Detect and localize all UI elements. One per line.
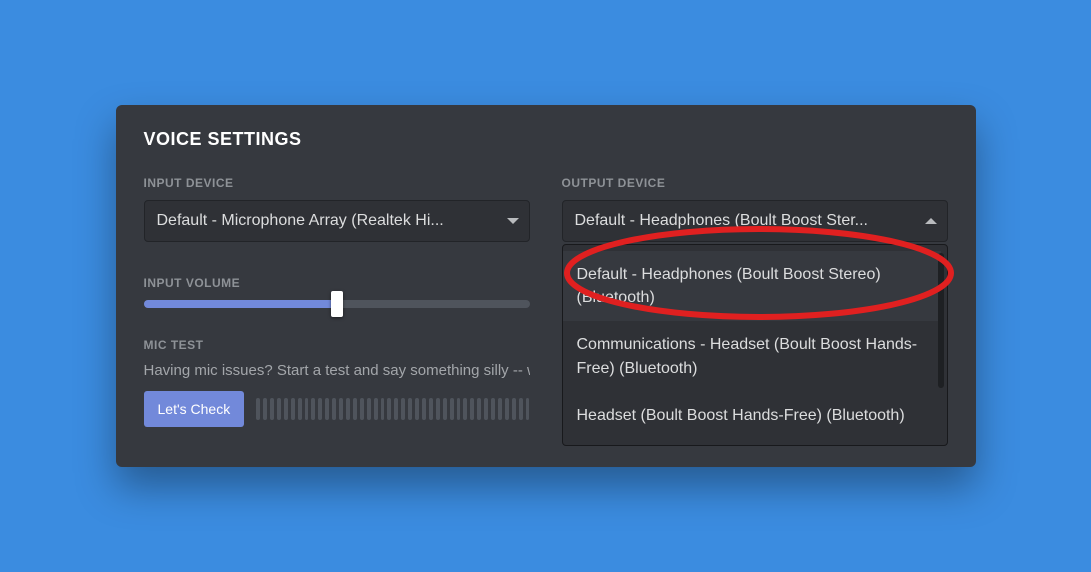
input-volume-slider[interactable] [144,300,530,308]
mic-test-row: Let's Check [144,391,530,427]
meter-bar [498,398,502,420]
output-device-value: Default - Headphones (Boult Boost Ster..… [575,212,911,230]
input-device-select[interactable]: Default - Microphone Array (Realtek Hi..… [144,200,530,242]
meter-bar [450,398,454,420]
meter-bar [332,398,336,420]
dropdown-list: Default - Headphones (Boult Boost Stereo… [563,245,941,445]
meter-bar [374,398,378,420]
meter-bar [381,398,385,420]
panel-title: VOICE SETTINGS [144,129,948,150]
meter-bar [422,398,426,420]
output-option-2[interactable]: Headset (Boult Boost Hands-Free) (Blueto… [563,392,941,439]
meter-bar [463,398,467,420]
input-device-value: Default - Microphone Array (Realtek Hi..… [157,212,493,230]
input-volume-label: INPUT VOLUME [144,276,530,290]
meter-bar [470,398,474,420]
slider-fill [144,300,337,308]
output-device-select[interactable]: Default - Headphones (Boult Boost Ster..… [562,200,948,242]
output-option-0[interactable]: Default - Headphones (Boult Boost Stereo… [563,251,941,321]
meter-bar [429,398,433,420]
meter-bar [263,398,267,420]
input-device-label: INPUT DEVICE [144,176,530,190]
chevron-down-icon [507,218,519,224]
slider-thumb[interactable] [331,291,343,317]
meter-bar [387,398,391,420]
output-column: OUTPUT DEVICE Default - Headphones (Boul… [562,176,948,427]
meter-bar [270,398,274,420]
meter-bar [360,398,364,420]
meter-bar [484,398,488,420]
meter-bar [394,398,398,420]
meter-bar [298,398,302,420]
output-device-dropdown: Default - Headphones (Boult Boost Stereo… [562,244,948,446]
meter-bar [512,398,516,420]
meter-bar [436,398,440,420]
mic-test-label: MIC TEST [144,338,530,352]
input-column: INPUT DEVICE Default - Microphone Array … [144,176,530,427]
meter-bar [443,398,447,420]
mic-test-help: Having mic issues? Start a test and say … [144,362,530,379]
input-volume-block: INPUT VOLUME [144,276,530,308]
meter-bar [519,398,523,420]
meter-bar [284,398,288,420]
meter-bar [318,398,322,420]
meter-bar [325,398,329,420]
meter-bar [457,398,461,420]
meter-bar [415,398,419,420]
meter-bar [505,398,509,420]
meter-bar [277,398,281,420]
meter-bar [339,398,343,420]
meter-bar [256,398,260,420]
output-device-label: OUTPUT DEVICE [562,176,948,190]
lets-check-button[interactable]: Let's Check [144,391,245,427]
meter-bar [491,398,495,420]
mic-level-meter [256,398,529,420]
meter-bar [408,398,412,420]
voice-settings-panel: VOICE SETTINGS INPUT DEVICE Default - Mi… [116,105,976,467]
meter-bar [526,398,530,420]
meter-bar [311,398,315,420]
meter-bar [346,398,350,420]
device-columns: INPUT DEVICE Default - Microphone Array … [144,176,948,427]
mic-test-block: MIC TEST Having mic issues? Start a test… [144,338,530,427]
meter-bar [477,398,481,420]
meter-bar [353,398,357,420]
meter-bar [291,398,295,420]
meter-bar [367,398,371,420]
output-option-1[interactable]: Communications - Headset (Boult Boost Ha… [563,321,941,391]
chevron-up-icon [925,218,937,224]
meter-bar [401,398,405,420]
meter-bar [305,398,309,420]
dropdown-scrollbar[interactable] [938,253,944,388]
